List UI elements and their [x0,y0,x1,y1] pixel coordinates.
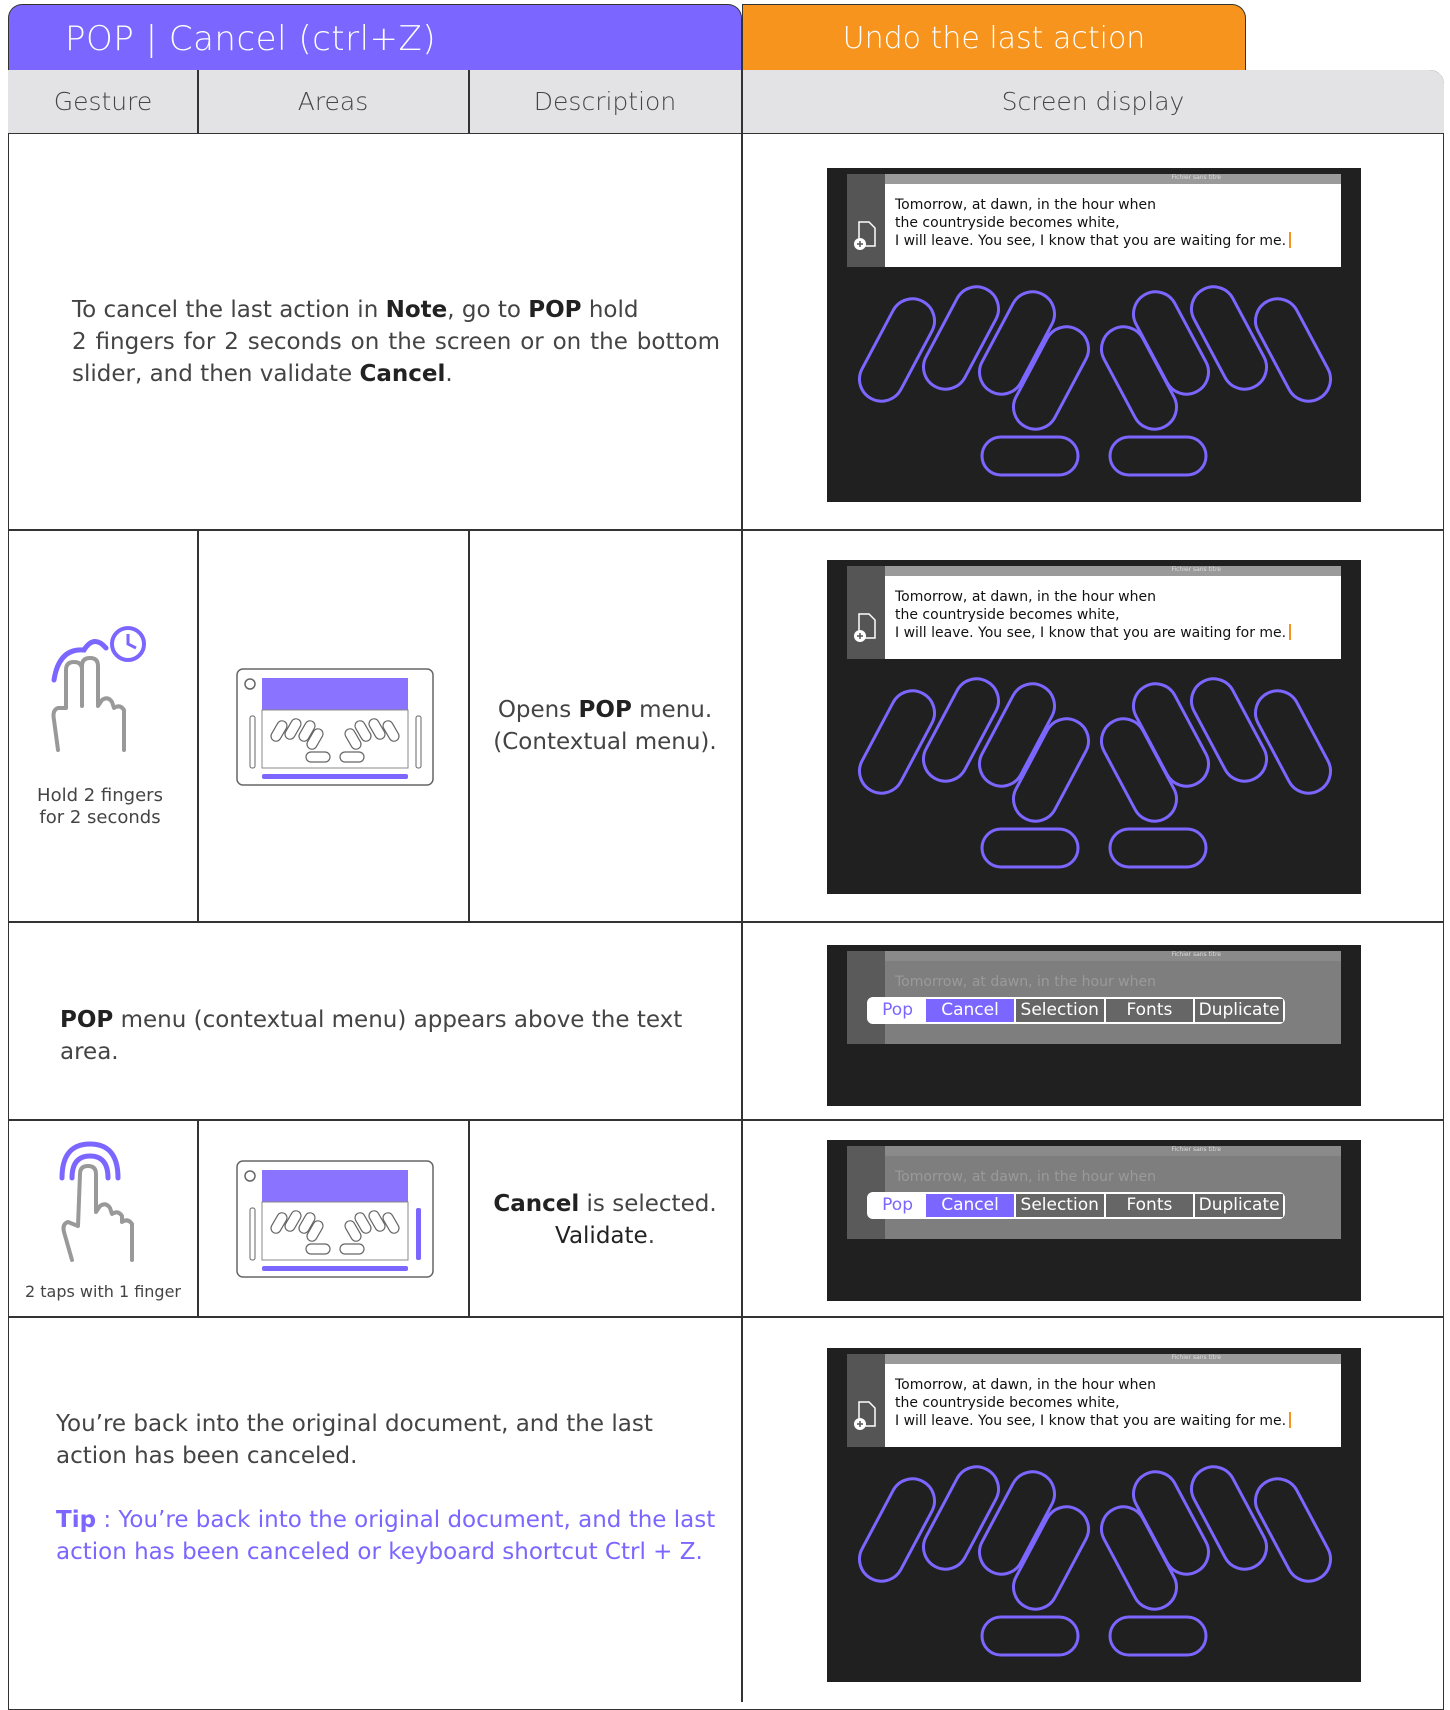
pop-menu: Pop Cancel Selection Fonts Duplicate [867,997,1285,1024]
screen-display-keyboard: Fichier sans titre Tomorrow, at dawn, in… [827,560,1361,894]
subtitle-tab: Undo the last action [742,4,1246,70]
row-divider [8,1119,1444,1121]
divider [197,1119,199,1316]
menu-item-selection[interactable]: Selection [1013,999,1104,1022]
pop-menu: Pop Cancel Selection Fonts Duplicate [867,1192,1285,1219]
col-gesture: Gesture [53,87,153,116]
braille-keyboard [858,285,1332,477]
row1-description: To cancel the last action in Note, go to… [72,297,720,387]
screen-display-keyboard: Fichier sans titre Tomorrow, at dawn, in… [827,1348,1361,1682]
tip-text: Tip : You’re back into the original docu… [56,1507,716,1565]
row4-description: Cancel is selected. Validate. [493,1191,717,1249]
double-tap-icon [59,1141,134,1262]
menu-item-pop[interactable]: Pop [869,999,927,1022]
tablet-area-diagram [236,668,434,786]
menu-item-selection[interactable]: Selection [1013,1194,1104,1217]
col-areas: Areas [297,87,369,116]
row5-description: You’re back into the original document, … [56,1411,653,1469]
divider [468,70,470,134]
hold-two-fingers-icon [51,626,146,752]
menu-item-duplicate[interactable]: Duplicate [1193,1194,1283,1217]
gesture-label: Hold 2 fingers for 2 seconds [37,785,163,828]
menu-item-cancel[interactable]: Cancel [926,999,1014,1022]
page-title: POP | Cancel (ctrl+Z) [65,19,437,59]
page-subtitle: Undo the last action [842,21,1146,56]
screen-display-keyboard: Fichier sans titre Tomorrow, at dawn, in… [827,168,1361,502]
screen-display-pop-menu: Fichier sans titre Tomorrow, at dawn, in… [827,945,1361,1106]
row-divider [8,529,1444,531]
menu-item-fonts[interactable]: Fonts [1103,999,1194,1022]
gesture-label: 2 taps with 1 finger [24,1282,181,1301]
menu-item-pop[interactable]: Pop [869,1194,927,1217]
braille-keyboard [858,677,1332,869]
divider [197,70,199,134]
row-divider [8,1316,1444,1318]
braille-keyboard [858,1465,1332,1657]
table-header: Gesture Areas Description Screen display [8,70,1444,134]
divider [741,70,743,1702]
menu-item-duplicate[interactable]: Duplicate [1193,999,1283,1022]
col-description: Description [533,87,677,116]
col-screen-display: Screen display [1001,87,1185,116]
screen-display-pop-menu: Fichier sans titre Tomorrow, at dawn, in… [827,1140,1361,1301]
tablet-area-diagram [236,1160,434,1278]
row2-description: Opens POP menu. (Contextual menu). [493,697,717,755]
row-divider [8,921,1444,923]
title-tab: POP | Cancel (ctrl+Z) [8,4,742,70]
menu-item-cancel[interactable]: Cancel [926,1194,1014,1217]
row3-description: POP menu (contextual menu) appears above… [60,1007,683,1065]
menu-item-fonts[interactable]: Fonts [1103,1194,1194,1217]
divider [197,529,199,921]
